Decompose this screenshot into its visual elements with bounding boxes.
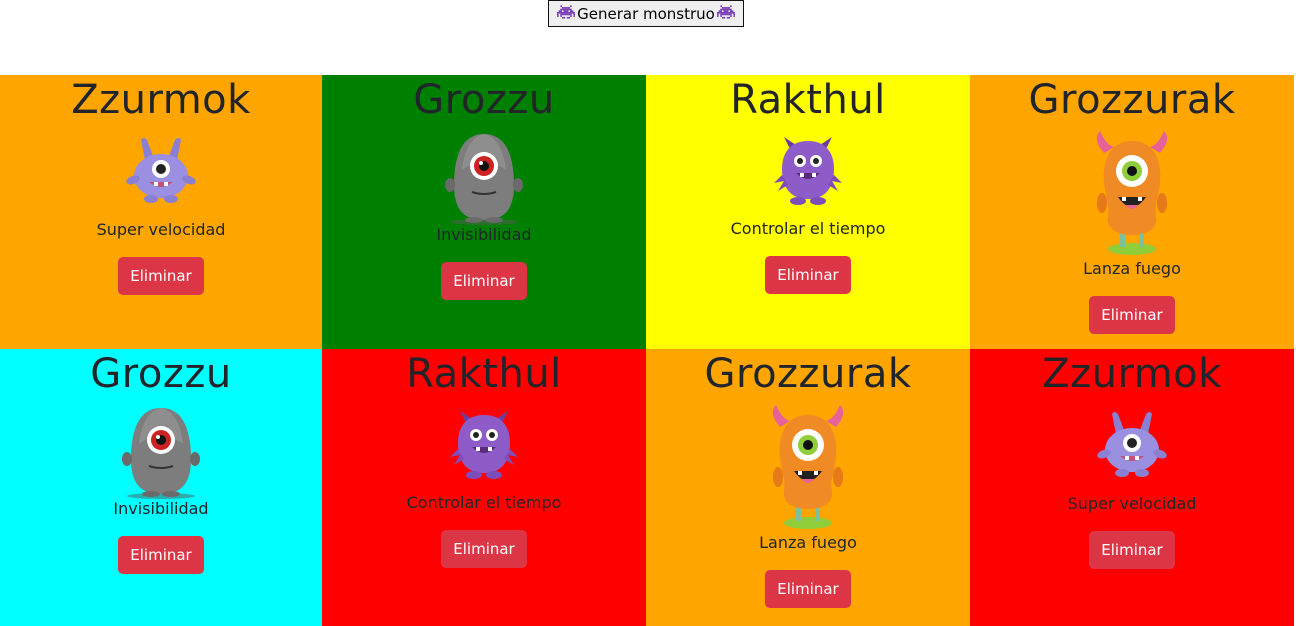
orange-monster-image	[1084, 131, 1180, 256]
monster-power: Invisibilidad	[113, 499, 209, 518]
alien-monster-icon	[557, 4, 576, 23]
delete-button[interactable]: Eliminar	[765, 570, 851, 608]
delete-button[interactable]: Eliminar	[765, 256, 851, 294]
delete-button[interactable]: Eliminar	[441, 262, 527, 300]
monster-card: Grozzurak Lanza fuego Eliminar	[646, 349, 970, 626]
monster-power: Invisibilidad	[436, 225, 532, 244]
gray-monster-image	[436, 130, 532, 225]
delete-button[interactable]: Eliminar	[118, 257, 204, 295]
monster-grid: Zzurmok Super velocidad Eliminar Grozzu In…	[0, 75, 1294, 626]
monster-card: Rakthul Controlar el tiempo Eliminar	[322, 349, 646, 626]
monster-card: Grozzurak Lanza fuego Eliminar	[970, 75, 1294, 349]
monster-power: Super velocidad	[1067, 494, 1197, 513]
monster-power: Controlar el tiempo	[730, 219, 886, 238]
top-bar: Generar monstruo	[0, 0, 1296, 75]
blue-monster-image	[113, 136, 209, 206]
purple-monster-image	[760, 135, 856, 207]
monster-card: Grozzu Invisibilidad Eliminar	[0, 349, 322, 626]
delete-button[interactable]: Eliminar	[118, 536, 204, 574]
monster-power: Lanza fuego	[1083, 259, 1181, 278]
monster-name: Zzurmok	[71, 77, 251, 123]
generate-monster-label: Generar monstruo	[577, 4, 715, 23]
monster-name: Grozzu	[413, 77, 555, 123]
monster-name: Zzurmok	[1042, 351, 1222, 397]
monster-power: Super velocidad	[96, 220, 226, 239]
orange-monster-image	[760, 405, 856, 530]
monster-power: Lanza fuego	[759, 533, 857, 552]
monster-card: Rakthul Controlar el tiempo Eliminar	[646, 75, 970, 349]
monster-name: Grozzurak	[1028, 77, 1236, 123]
purple-monster-image	[436, 409, 532, 481]
delete-button[interactable]: Eliminar	[1089, 531, 1175, 569]
monster-card: Zzurmok Super velocidad Eliminar	[0, 75, 322, 349]
alien-monster-icon	[716, 4, 735, 23]
generate-monster-button[interactable]: Generar monstruo	[548, 0, 744, 27]
monster-power: Controlar el tiempo	[406, 493, 562, 512]
monster-name: Rakthul	[730, 77, 886, 123]
delete-button[interactable]: Eliminar	[1089, 296, 1175, 334]
monster-card: Zzurmok Super velocidad Eliminar	[970, 349, 1294, 626]
monster-card: Grozzu Invisibilidad Eliminar	[322, 75, 646, 349]
monster-name: Grozzurak	[704, 351, 912, 397]
blue-monster-image	[1084, 410, 1180, 480]
monster-name: Grozzu	[90, 351, 232, 397]
gray-monster-image	[113, 404, 209, 499]
delete-button[interactable]: Eliminar	[441, 530, 527, 568]
monster-name: Rakthul	[406, 351, 562, 397]
